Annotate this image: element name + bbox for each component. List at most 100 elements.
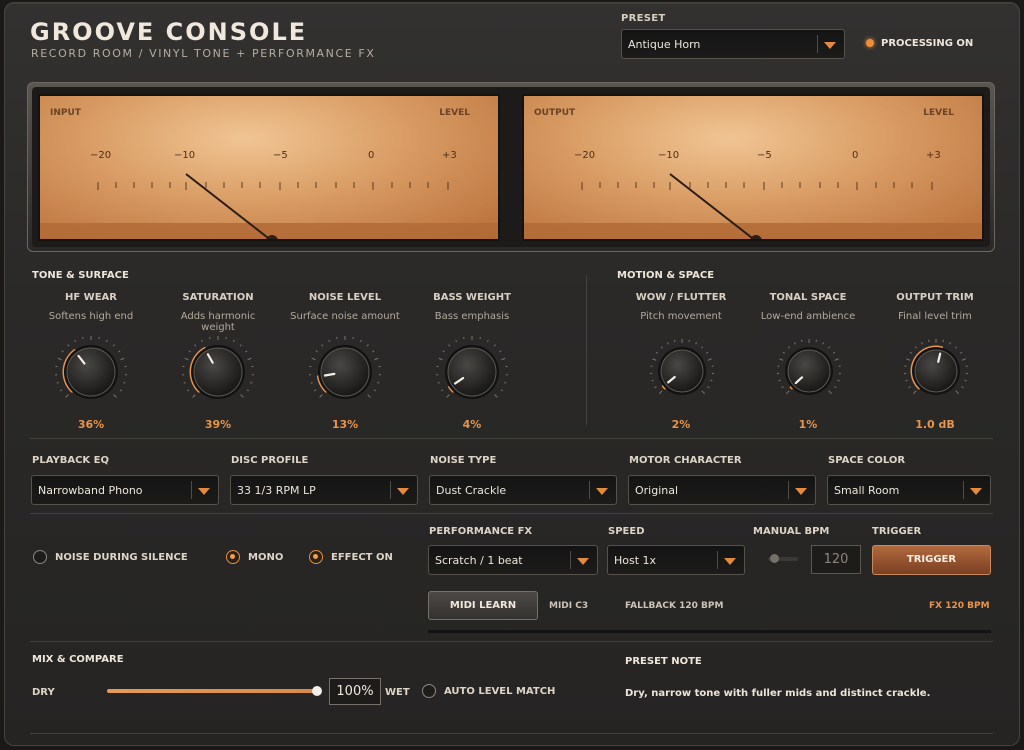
mix-slider-thumb[interactable] — [312, 686, 322, 696]
knob-tick — [961, 358, 966, 361]
knob-tick — [374, 357, 379, 361]
knob-tick — [184, 357, 189, 361]
knob-tick — [652, 358, 657, 361]
midi-learn-button[interactable]: MIDI LEARN — [428, 591, 538, 620]
radio-on-icon — [226, 550, 240, 564]
chevron-down-icon — [397, 488, 409, 495]
chevron-down-icon — [824, 42, 836, 49]
hf-wear-knob-group: HF WEAR Softens high end — [36, 292, 146, 322]
knob-tick — [955, 390, 959, 394]
knob-body — [914, 349, 958, 393]
knob-name: WOW / FLUTTER — [635, 292, 727, 303]
output-trim-value: 1.0 dB — [915, 418, 955, 431]
knob-tick — [366, 344, 369, 347]
mix-slider-track[interactable] — [107, 689, 319, 693]
knob-body — [320, 347, 370, 397]
noise-type-dropdown[interactable]: Dust Crackle — [429, 475, 617, 505]
noise-level-knob[interactable] — [307, 334, 383, 410]
auto-level-match-toggle[interactable]: AUTO LEVEL MATCH — [422, 684, 555, 698]
preset-note-text: Dry, narrow tone with fuller mids and di… — [625, 688, 931, 699]
mono-toggle[interactable]: MONO — [226, 550, 283, 564]
tonal-space-knob[interactable] — [775, 337, 843, 405]
motion-space-title: MOTION & SPACE — [617, 270, 715, 281]
knob-desc: Surface noise amount — [290, 311, 400, 322]
divider — [30, 513, 993, 514]
knob-tick — [786, 390, 790, 394]
knob-tick — [123, 382, 126, 384]
knob-tick — [442, 350, 445, 353]
wet-label: WET — [385, 687, 410, 698]
knob-tick — [113, 394, 117, 398]
motor-character-dropdown[interactable]: Original — [628, 475, 816, 505]
chevron-down-icon — [577, 558, 589, 565]
knob-tick — [914, 346, 917, 349]
hf-wear-knob[interactable] — [53, 334, 129, 410]
knob-tick — [794, 342, 796, 345]
manual-bpm-input[interactable]: 120 — [811, 545, 861, 574]
space-color-dropdown[interactable]: Small Room — [827, 475, 991, 505]
chevron-down-icon — [795, 488, 807, 495]
knob-tick — [118, 350, 121, 353]
knob-tick — [501, 357, 506, 361]
knob-tick — [246, 389, 249, 392]
manual-bpm-toggle[interactable] — [768, 554, 798, 563]
saturation-knob[interactable] — [180, 334, 256, 410]
knob-tick — [782, 351, 786, 354]
knob-tick — [188, 350, 191, 353]
knob-tick — [778, 379, 781, 382]
knob-tick — [499, 350, 502, 353]
knob-desc: Pitch movement — [640, 311, 722, 322]
wow-flutter-knob[interactable] — [648, 337, 716, 405]
effect-on-label: EFFECT ON — [331, 551, 393, 563]
playback-eq-value: Narrowband Phono — [38, 484, 143, 497]
knob-tick — [493, 344, 496, 347]
knob-tick — [239, 344, 242, 347]
knob-desc: Final level trim — [898, 311, 972, 322]
knob-tick — [314, 389, 317, 392]
knob-tick — [701, 346, 704, 349]
knob-name: OUTPUT TRIM — [896, 292, 974, 303]
knob-tick — [441, 389, 444, 392]
knob-desc: Bass emphasis — [434, 311, 510, 322]
knob-name: TONAL SPACE — [769, 292, 847, 303]
knob-tick — [667, 342, 669, 345]
wow-flutter-knob-group: WOW / FLUTTER Pitch movement — [626, 292, 736, 322]
knob-tick — [448, 344, 451, 347]
knob-tick — [906, 358, 911, 361]
tonal-space-value: 1% — [798, 418, 818, 431]
knob-tick — [705, 351, 709, 354]
noise-level-knob-group: NOISE LEVEL Surface noise amount — [290, 292, 400, 322]
knob-tick — [710, 379, 713, 382]
preset-label: PRESET — [621, 13, 666, 24]
radio-off-icon — [422, 684, 436, 698]
speed-dropdown[interactable]: Host 1x — [607, 545, 745, 575]
knob-tick — [245, 350, 248, 353]
preset-dropdown[interactable]: Antique Horn — [621, 29, 845, 59]
knob-tick — [112, 344, 115, 347]
trigger-button[interactable]: TRIGGER — [872, 545, 991, 575]
knob-tick — [120, 357, 125, 361]
performance-fx-dropdown[interactable]: Scratch / 1 beat — [428, 545, 598, 575]
disc-profile-dropdown[interactable]: 33 1/3 RPM LP — [230, 475, 418, 505]
preset-value: Antique Horn — [628, 38, 701, 51]
chevron-down-icon — [596, 488, 608, 495]
knob-tick — [921, 342, 923, 345]
knob-tick — [486, 339, 489, 342]
knob-body — [447, 347, 497, 397]
noise-during-silence-toggle[interactable]: NOISE DURING SILENCE — [33, 550, 188, 564]
output-trim-knob[interactable] — [902, 337, 970, 405]
knob-tick — [201, 339, 204, 342]
knob-tick — [964, 379, 967, 382]
knob-name: HF WEAR — [65, 292, 117, 303]
knob-tick — [834, 386, 837, 389]
wow-flutter-value: 2% — [671, 418, 691, 431]
knob-tick — [781, 386, 784, 389]
chevron-down-icon — [970, 488, 982, 495]
playback-eq-label: PLAYBACK EQ — [32, 455, 109, 466]
bass-weight-knob[interactable] — [434, 334, 510, 410]
effect-on-toggle[interactable]: EFFECT ON — [309, 550, 393, 564]
mix-value-input[interactable]: 100% — [329, 678, 381, 705]
app-subtitle: RECORD ROOM / VINYL TONE + PERFORMANCE F… — [31, 47, 376, 60]
playback-eq-dropdown[interactable]: Narrowband Phono — [31, 475, 219, 505]
disc-profile-label: DISC PROFILE — [231, 455, 309, 466]
